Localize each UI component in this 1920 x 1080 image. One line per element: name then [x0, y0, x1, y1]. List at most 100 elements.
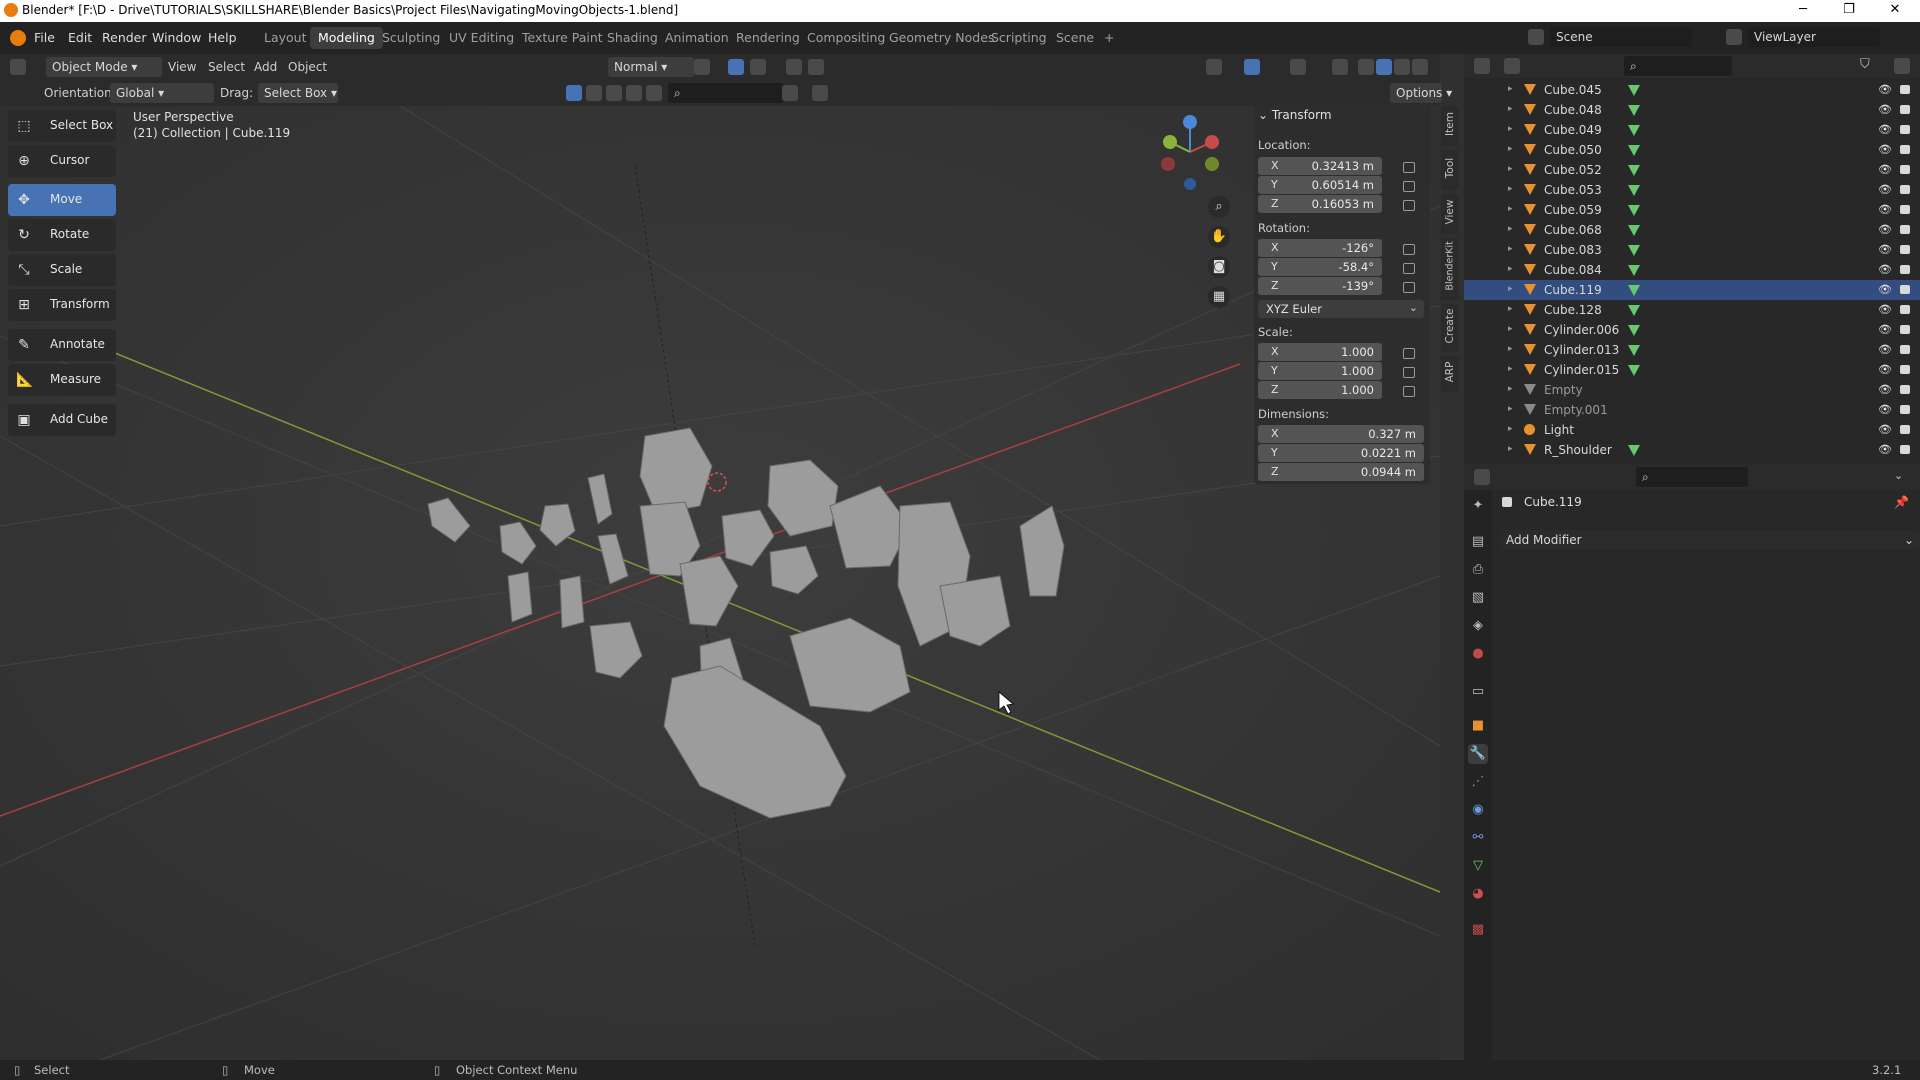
tab-scene[interactable]: Scene: [1048, 27, 1102, 49]
select-intersect-icon[interactable]: [646, 85, 662, 101]
close-button[interactable]: ✕: [1880, 2, 1910, 17]
outliner-row[interactable]: ▸ Cylinder.013 👁: [1464, 340, 1920, 360]
tool-add-cube[interactable]: ▣ Add Cube: [8, 404, 116, 436]
visibility-eye-icon[interactable]: 👁: [1878, 223, 1892, 236]
render-camera-icon[interactable]: [1900, 85, 1910, 94]
render-camera-icon[interactable]: [1900, 365, 1910, 374]
falloff-icon[interactable]: [808, 59, 824, 75]
view-layer-selector[interactable]: ViewLayer: [1748, 27, 1880, 47]
dimensions-x-field[interactable]: X 0.327 m: [1258, 425, 1424, 443]
expand-arrow-icon[interactable]: ▸: [1508, 184, 1513, 194]
solid-shading-icon[interactable]: [1376, 59, 1392, 75]
expand-arrow-icon[interactable]: ▸: [1508, 424, 1513, 434]
mode-dropdown[interactable]: Object Mode ▾: [46, 57, 162, 77]
select-new-icon[interactable]: [566, 85, 582, 101]
expand-arrow-icon[interactable]: ▸: [1508, 264, 1513, 274]
tab-layout[interactable]: Layout: [256, 27, 315, 49]
expand-arrow-icon[interactable]: ▸: [1508, 104, 1513, 114]
outliner-row[interactable]: ▸ Cube.128 👁: [1464, 300, 1920, 320]
outliner-row[interactable]: ▸ Cube.045 👁: [1464, 80, 1920, 100]
gizmo-toggle-icon[interactable]: [1244, 59, 1260, 75]
scene-selector[interactable]: Scene: [1550, 27, 1692, 47]
render-camera-icon[interactable]: [1900, 265, 1910, 274]
expand-arrow-icon[interactable]: ▸: [1508, 344, 1513, 354]
tool-search-input[interactable]: ⌕: [668, 83, 784, 103]
scale-z-field[interactable]: Z 1.000: [1258, 381, 1382, 399]
visibility-eye-icon[interactable]: 👁: [1878, 83, 1892, 96]
particles-properties-icon[interactable]: ⋰: [1468, 772, 1488, 792]
outliner-row[interactable]: ▸ Cube.053 👁: [1464, 180, 1920, 200]
visibility-eye-icon[interactable]: 👁: [1878, 303, 1892, 316]
tab-shading[interactable]: Shading: [599, 27, 666, 49]
outliner-row[interactable]: ▸ Empty 👁: [1464, 380, 1920, 400]
object-properties-icon[interactable]: ■: [1468, 716, 1488, 736]
tool-annotate[interactable]: ✎ Annotate: [8, 329, 116, 361]
wireframe-shading-icon[interactable]: [1358, 59, 1374, 75]
render-camera-icon[interactable]: [1900, 285, 1910, 294]
pin-icon[interactable]: 📌: [1894, 495, 1909, 509]
scale-y-field[interactable]: Y 1.000: [1258, 362, 1382, 380]
render-camera-icon[interactable]: [1900, 245, 1910, 254]
render-camera-icon[interactable]: [1900, 205, 1910, 214]
mesh-data-icon[interactable]: [1628, 225, 1640, 236]
render-camera-icon[interactable]: [1900, 325, 1910, 334]
location-y-field[interactable]: Y 0.60514 m: [1258, 176, 1382, 194]
scene-properties-icon[interactable]: ◈: [1468, 616, 1488, 636]
mesh-data-icon[interactable]: [1628, 85, 1640, 96]
render-camera-icon[interactable]: [1900, 105, 1910, 114]
menu-edit[interactable]: Edit: [68, 30, 92, 45]
expand-arrow-icon[interactable]: ▸: [1508, 144, 1513, 154]
render-properties-icon[interactable]: ▤: [1468, 532, 1488, 552]
location-x-field[interactable]: X 0.32413 m: [1258, 157, 1382, 175]
select-subtract-icon[interactable]: [606, 85, 622, 101]
outliner-row[interactable]: ▸ Cube.048 👁: [1464, 100, 1920, 120]
tool-cursor[interactable]: ⊕ Cursor: [8, 145, 116, 177]
rotation-y-field[interactable]: Y -58.4°: [1258, 258, 1382, 276]
mesh-data-icon[interactable]: [1628, 145, 1640, 156]
mesh-data-icon[interactable]: [1628, 325, 1640, 336]
mesh-data-icon[interactable]: [1628, 125, 1640, 136]
select-menu[interactable]: Select: [208, 60, 245, 74]
expand-arrow-icon[interactable]: ▸: [1508, 364, 1513, 374]
outliner-row[interactable]: ▸ Cube.059 👁: [1464, 200, 1920, 220]
add-menu[interactable]: Add: [254, 60, 277, 74]
physics-properties-icon[interactable]: ◉: [1468, 800, 1488, 820]
outliner-row[interactable]: ▸ Empty.001 👁: [1464, 400, 1920, 420]
layers-icon[interactable]: [812, 85, 828, 101]
render-camera-icon[interactable]: [1900, 405, 1910, 414]
side-tab-view[interactable]: View: [1441, 194, 1459, 234]
outliner-editor-type-icon[interactable]: [1474, 58, 1490, 74]
render-camera-icon[interactable]: [1900, 165, 1910, 174]
tab-scripting[interactable]: Scripting: [983, 27, 1055, 49]
minimize-button[interactable]: ─: [1788, 2, 1818, 17]
outliner-row[interactable]: ▸ Cube.052 👁: [1464, 160, 1920, 180]
expand-arrow-icon[interactable]: ▸: [1508, 284, 1513, 294]
lock-icon[interactable]: [1403, 200, 1415, 211]
visibility-eye-icon[interactable]: 👁: [1878, 163, 1892, 176]
outliner-row[interactable]: ▸ Cylinder.015 👁: [1464, 360, 1920, 380]
expand-arrow-icon[interactable]: ▸: [1508, 384, 1513, 394]
blender-menu-icon[interactable]: [10, 30, 26, 46]
render-camera-icon[interactable]: [1900, 385, 1910, 394]
expand-arrow-icon[interactable]: ▸: [1508, 204, 1513, 214]
overlays-icon[interactable]: [1290, 59, 1306, 75]
lock-icon[interactable]: [1403, 162, 1415, 173]
mesh-data-icon[interactable]: [1628, 285, 1640, 296]
mesh-data-icon[interactable]: [1628, 305, 1640, 316]
constraints-properties-icon[interactable]: ⚯: [1468, 828, 1488, 848]
mesh-data-icon[interactable]: [1628, 445, 1640, 456]
mesh-data-icon[interactable]: [1628, 345, 1640, 356]
menu-help[interactable]: Help: [208, 30, 237, 45]
data-properties-icon[interactable]: ▽: [1468, 856, 1488, 876]
visibility-eye-icon[interactable]: 👁: [1878, 323, 1892, 336]
properties-search-input[interactable]: ⌕: [1636, 467, 1748, 487]
drag-dropdown[interactable]: Select Box ▾: [258, 83, 338, 103]
lock-icon[interactable]: [1403, 263, 1415, 274]
editor-type-icon[interactable]: [10, 59, 26, 75]
mesh-data-icon[interactable]: [1628, 185, 1640, 196]
outliner-row[interactable]: ▸ R_Shoulder 👁: [1464, 440, 1920, 460]
visibility-eye-icon[interactable]: 👁: [1878, 263, 1892, 276]
options-dropdown[interactable]: Options ▾: [1390, 83, 1452, 103]
outliner-row[interactable]: ▸ Cube.050 👁: [1464, 140, 1920, 160]
visibility-eye-icon[interactable]: 👁: [1878, 243, 1892, 256]
